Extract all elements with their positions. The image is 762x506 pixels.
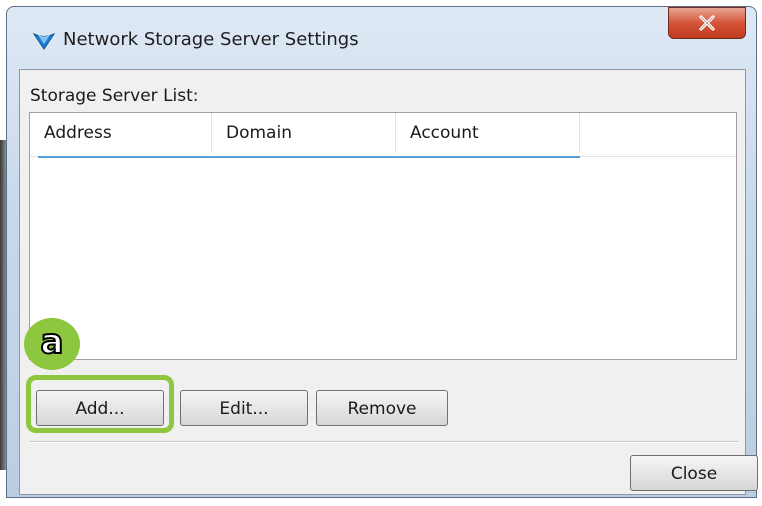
column-header-address[interactable]: Address (30, 113, 212, 153)
window-close-button[interactable] (668, 7, 746, 39)
edit-button[interactable]: Edit... (180, 390, 308, 426)
annotation-letter: a (40, 322, 65, 362)
remove-button[interactable]: Remove (316, 390, 448, 426)
annotation-highlight (26, 375, 174, 433)
window-title: Network Storage Server Settings (63, 29, 359, 50)
header-focus-line (38, 156, 580, 158)
screenshot-stage: Network Storage Server Settings Storage … (0, 0, 762, 506)
list-header: Address Domain Account (30, 113, 736, 158)
separator-line (30, 441, 738, 443)
column-header-account[interactable]: Account (396, 113, 580, 153)
storage-list-label: Storage Server List: (30, 86, 199, 106)
column-header-domain[interactable]: Domain (212, 113, 396, 153)
close-icon (698, 15, 716, 31)
storage-server-list[interactable]: Address Domain Account (29, 112, 737, 360)
close-button[interactable]: Close (630, 455, 758, 491)
annotation-badge: a (24, 318, 80, 370)
app-logo-icon (32, 31, 56, 51)
title-bar[interactable]: Network Storage Server Settings (7, 7, 756, 67)
